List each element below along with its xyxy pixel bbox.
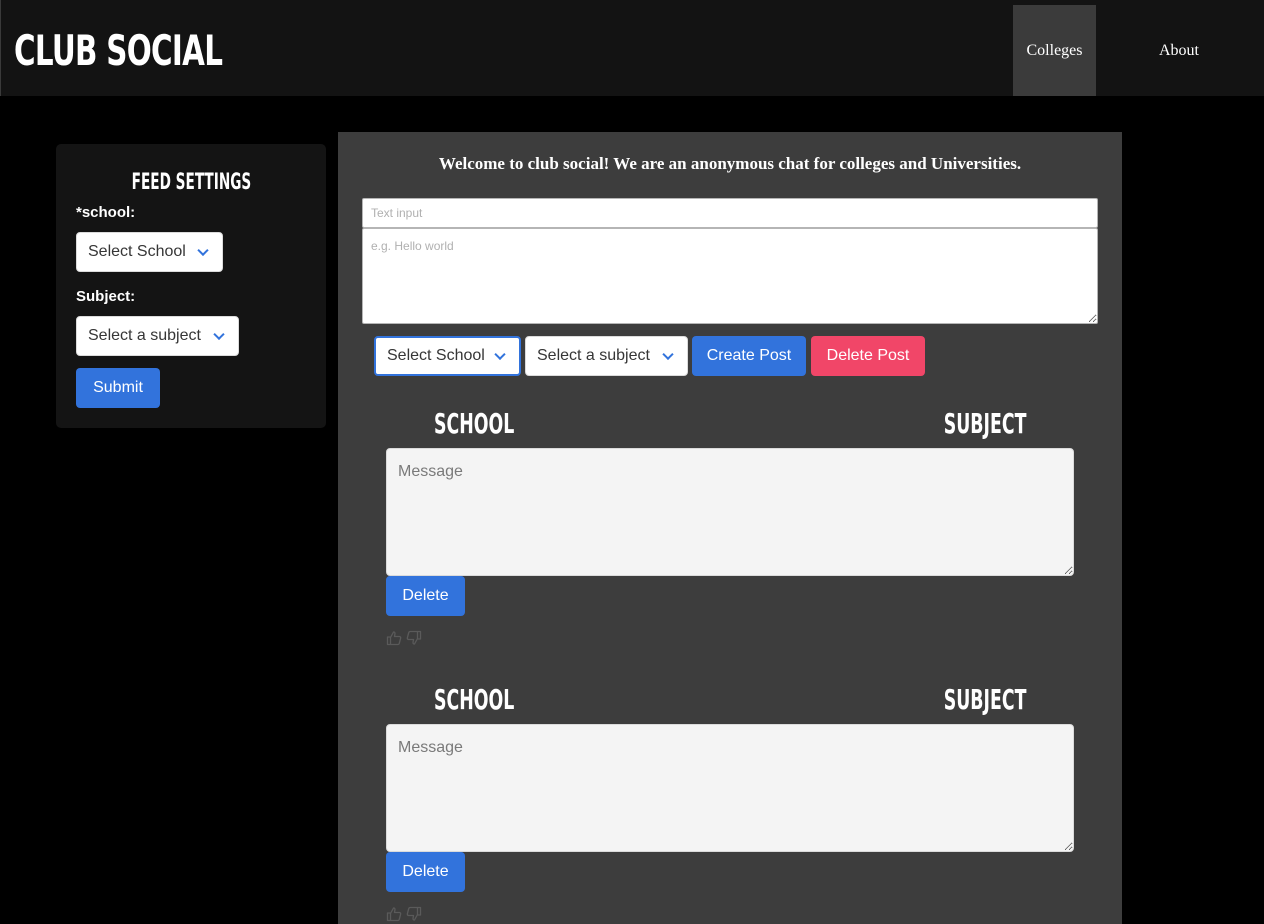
- subject-label: Subject:: [76, 288, 136, 305]
- post-subject: SUBJECT: [943, 683, 1026, 716]
- navbar: CLUB SOCIAL Colleges About: [0, 0, 1264, 96]
- post-title-input[interactable]: [362, 198, 1098, 228]
- post-school: SCHOOL: [434, 407, 515, 440]
- post-subject-select-value: Select a subject: [537, 347, 650, 364]
- feed-settings-title-text: FEED SETTINGS: [131, 170, 251, 195]
- nav-about[interactable]: About: [1138, 5, 1220, 96]
- chevron-down-icon: [662, 348, 674, 361]
- delete-button[interactable]: Delete: [386, 576, 465, 616]
- chevron-down-icon: [213, 328, 225, 341]
- post-subject-select[interactable]: Select a subject: [525, 336, 688, 376]
- thumbs-up-icon[interactable]: [386, 906, 402, 922]
- brand-logo[interactable]: CLUB SOCIAL: [14, 26, 223, 76]
- post-school: SCHOOL: [434, 683, 515, 716]
- thumbs-down-icon[interactable]: [406, 630, 422, 646]
- post-card: SCHOOL SUBJECT Delete: [386, 684, 1074, 924]
- post-card: SCHOOL SUBJECT Delete: [386, 408, 1074, 658]
- welcome-message: Welcome to club social! We are an anonym…: [438, 154, 1022, 173]
- nav-colleges[interactable]: Colleges: [1013, 5, 1096, 96]
- school-label: *school:: [76, 204, 136, 221]
- thumbs-up-icon[interactable]: [386, 630, 402, 646]
- sidebar-subject-select[interactable]: Select a subject: [76, 316, 239, 356]
- post-message[interactable]: [386, 448, 1074, 576]
- post-school-select[interactable]: Select School: [374, 336, 521, 376]
- chevron-down-icon: [494, 348, 506, 361]
- sidebar-school-select-value: Select School: [88, 243, 186, 260]
- submit-button[interactable]: Submit: [76, 368, 160, 408]
- feed-settings-title: FEED SETTINGS: [56, 170, 326, 196]
- post-body-textarea[interactable]: [362, 228, 1098, 324]
- vote-controls: [386, 906, 422, 922]
- thumbs-down-icon[interactable]: [406, 906, 422, 922]
- delete-post-button[interactable]: Delete Post: [811, 336, 925, 376]
- delete-button[interactable]: Delete: [386, 852, 465, 892]
- create-post-button[interactable]: Create Post: [692, 336, 806, 376]
- sidebar-subject-select-value: Select a subject: [88, 327, 201, 344]
- main-panel: Welcome to club social! We are an anonym…: [338, 132, 1122, 924]
- post-message[interactable]: [386, 724, 1074, 852]
- post-school-select-value: Select School: [387, 347, 485, 364]
- post-subject: SUBJECT: [943, 407, 1026, 440]
- vote-controls: [386, 630, 422, 646]
- sidebar-school-select[interactable]: Select School: [76, 232, 223, 272]
- feed-settings-panel: FEED SETTINGS *school: Select School Sub…: [56, 144, 326, 428]
- chevron-down-icon: [197, 244, 209, 257]
